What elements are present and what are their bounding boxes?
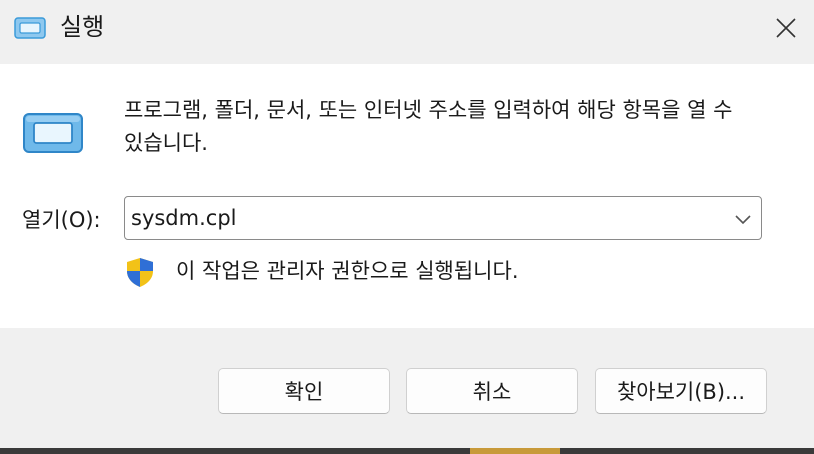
taskbar-edge [0, 448, 814, 454]
open-combobox[interactable] [124, 196, 762, 240]
description-text: 프로그램, 폴더, 문서, 또는 인터넷 주소를 입력하여 해당 항목을 열 수… [124, 98, 733, 155]
window-title: 실행 [60, 13, 105, 41]
close-icon [776, 18, 796, 38]
chevron-down-icon[interactable] [733, 209, 753, 229]
run-dialog-icon [22, 110, 84, 156]
taskbar-accent [470, 448, 560, 454]
content-panel: 프로그램, 폴더, 문서, 또는 인터넷 주소를 입력하여 해당 항목을 열 수… [0, 64, 814, 328]
title-bar: 실행 [0, 0, 814, 58]
browse-button[interactable]: 찾아보기(B)... [595, 368, 767, 414]
close-button[interactable] [758, 0, 814, 56]
run-dialog-icon [14, 16, 46, 40]
run-dialog: 실행 프로그램, 폴더, 문서, 또는 인터넷 주소를 입력하여 해당 항목을 … [0, 0, 814, 454]
open-label: 열기(O): [22, 208, 101, 232]
cancel-button[interactable]: 취소 [406, 368, 578, 414]
uac-shield-icon [124, 256, 156, 288]
admin-note: 이 작업은 관리자 권한으로 실행됩니다. [176, 259, 519, 283]
ok-button[interactable]: 확인 [218, 368, 390, 414]
open-input[interactable] [131, 202, 721, 234]
